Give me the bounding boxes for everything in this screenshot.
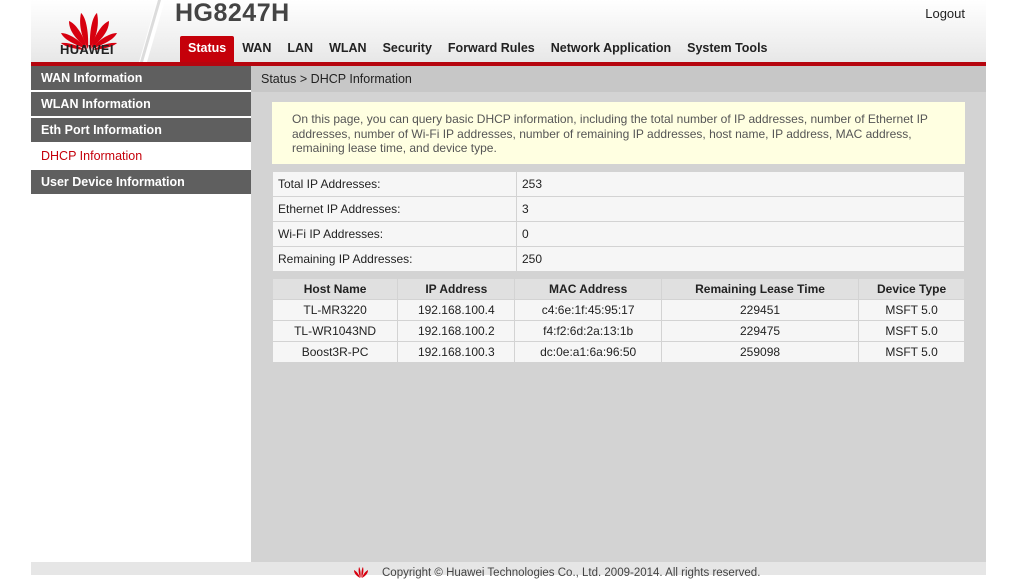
lease-time-cell: 229451 [660, 299, 860, 321]
mac-address-cell: c4:6e:1f:45:95:17 [514, 299, 662, 321]
table-row: Ethernet IP Addresses: 3 [272, 196, 965, 222]
ip-address-cell: 192.168.100.2 [397, 320, 516, 342]
sidebar-item-wlan-information[interactable]: WLAN Information [31, 92, 251, 116]
dhcp-clients-table: Host Name IP Address MAC Address Remaini… [271, 278, 965, 363]
mac-address-cell: f4:f2:6d:2a:13:1b [514, 320, 662, 342]
sidebar-item-eth-port-information[interactable]: Eth Port Information [31, 118, 251, 142]
sidebar: WAN Information WLAN Information Eth Por… [31, 66, 251, 575]
device-type-cell: MSFT 5.0 [858, 341, 965, 363]
lease-time-cell: 229475 [660, 320, 860, 342]
lease-time-cell: 259098 [660, 341, 860, 363]
table-row: Remaining IP Addresses: 250 [272, 246, 965, 272]
column-header-host-name: Host Name [271, 278, 399, 300]
device-type-cell: MSFT 5.0 [858, 320, 965, 342]
logout-link[interactable]: Logout [925, 6, 965, 21]
header-divider [139, 0, 165, 62]
sidebar-item-user-device-information[interactable]: User Device Information [31, 170, 251, 194]
summary-value: 250 [516, 246, 965, 272]
ip-address-cell: 192.168.100.3 [397, 341, 516, 363]
main-content: Status > DHCP Information On this page, … [251, 66, 986, 562]
host-name-cell: TL-MR3220 [271, 299, 399, 321]
info-notice: On this page, you can query basic DHCP i… [272, 102, 965, 164]
table-header-row: Host Name IP Address MAC Address Remaini… [271, 278, 965, 300]
summary-value: 0 [516, 221, 965, 247]
ip-address-cell: 192.168.100.4 [397, 299, 516, 321]
column-header-device-type: Device Type [858, 278, 965, 300]
table-row: TL-MR3220 192.168.100.4 c4:6e:1f:45:95:1… [271, 299, 965, 321]
ip-summary-table: Total IP Addresses: 253 Ethernet IP Addr… [272, 171, 965, 272]
sidebar-item-dhcp-information[interactable]: DHCP Information [31, 144, 251, 168]
footer: Copyright © Huawei Technologies Co., Ltd… [31, 562, 986, 579]
tab-lan[interactable]: LAN [279, 36, 321, 62]
summary-value: 253 [516, 171, 965, 197]
table-row: Total IP Addresses: 253 [272, 171, 965, 197]
summary-label: Remaining IP Addresses: [272, 246, 517, 272]
summary-value: 3 [516, 196, 965, 222]
page-frame: HUAWEI HG8247H Logout Status WAN LAN WLA… [31, 0, 986, 579]
tab-wlan[interactable]: WLAN [321, 36, 375, 62]
table-row: TL-WR1043ND 192.168.100.2 f4:f2:6d:2a:13… [271, 320, 965, 342]
mac-address-cell: dc:0e:a1:6a:96:50 [514, 341, 662, 363]
brand-text: HUAWEI [60, 42, 114, 57]
table-row: Boost3R-PC 192.168.100.3 dc:0e:a1:6a:96:… [271, 341, 965, 363]
tab-security[interactable]: Security [375, 36, 440, 62]
column-header-remaining-lease-time: Remaining Lease Time [660, 278, 860, 300]
huawei-footer-logo-icon [354, 567, 368, 578]
column-header-ip-address: IP Address [397, 278, 516, 300]
host-name-cell: Boost3R-PC [271, 341, 399, 363]
main-nav: Status WAN LAN WLAN Security Forward Rul… [180, 36, 776, 62]
tab-system-tools[interactable]: System Tools [679, 36, 775, 62]
copyright-text: Copyright © Huawei Technologies Co., Ltd… [382, 567, 761, 579]
tab-forward-rules[interactable]: Forward Rules [440, 36, 543, 62]
device-type-cell: MSFT 5.0 [858, 299, 965, 321]
table-row: Wi-Fi IP Addresses: 0 [272, 221, 965, 247]
device-model: HG8247H [175, 0, 290, 27]
host-name-cell: TL-WR1043ND [271, 320, 399, 342]
summary-label: Wi-Fi IP Addresses: [272, 221, 517, 247]
summary-label: Total IP Addresses: [272, 171, 517, 197]
tab-wan[interactable]: WAN [234, 36, 279, 62]
sidebar-item-wan-information[interactable]: WAN Information [31, 66, 251, 90]
column-header-mac-address: MAC Address [514, 278, 662, 300]
header: HUAWEI HG8247H Logout Status WAN LAN WLA… [31, 0, 986, 62]
tab-status[interactable]: Status [180, 36, 235, 62]
tab-network-application[interactable]: Network Application [543, 36, 679, 62]
summary-label: Ethernet IP Addresses: [272, 196, 517, 222]
breadcrumb: Status > DHCP Information [251, 66, 986, 92]
